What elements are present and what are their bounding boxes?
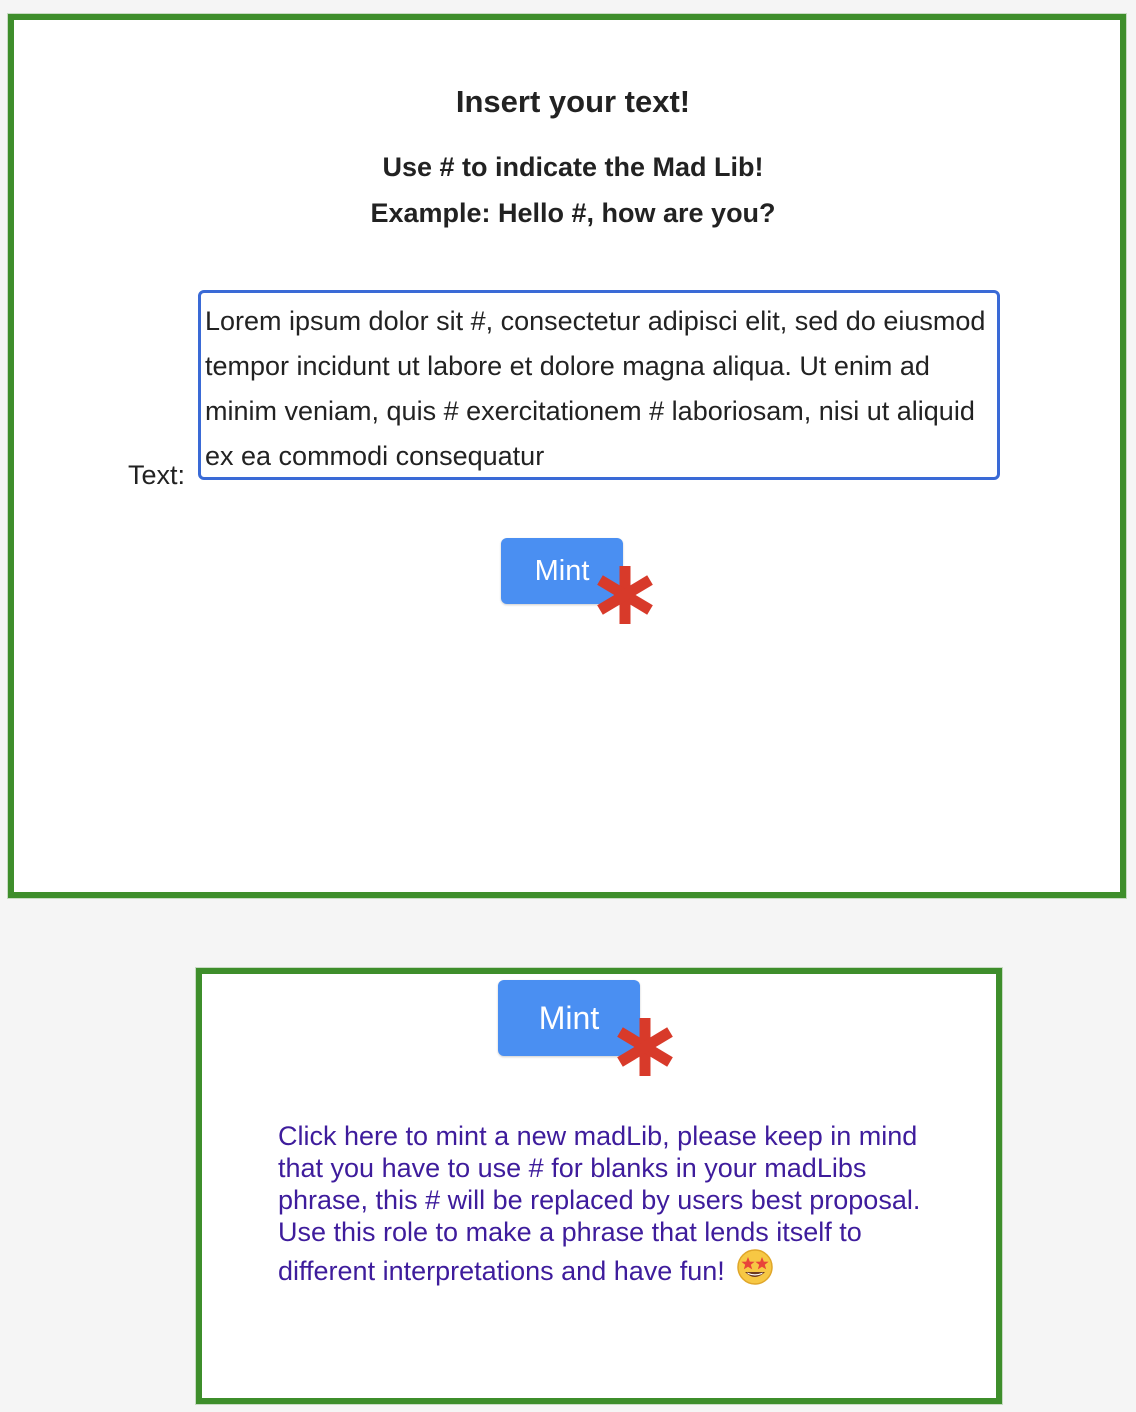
mint-help-tooltip: Mint Click here to mint a new madLib, pl… [196, 968, 1002, 1404]
madlib-text-input[interactable]: Lorem ipsum dolor sit #, consectetur adi… [198, 290, 1000, 480]
help-text-body: Click here to mint a new madLib, please … [278, 1121, 921, 1286]
asterisk-icon [597, 566, 653, 624]
editor-panel: Insert your text! Use # to indicate the … [8, 14, 1126, 898]
mint-help-text: Click here to mint a new madLib, please … [278, 1120, 938, 1287]
star-struck-emoji-icon [737, 1249, 774, 1285]
page-title: Insert your text! [455, 84, 691, 119]
example-text: Example: Hello #, how are you? [370, 198, 776, 228]
text-field-label: Text: [128, 460, 186, 490]
asterisk-icon [617, 1018, 673, 1076]
instruction-text: Use # to indicate the Mad Lib! [382, 152, 764, 182]
